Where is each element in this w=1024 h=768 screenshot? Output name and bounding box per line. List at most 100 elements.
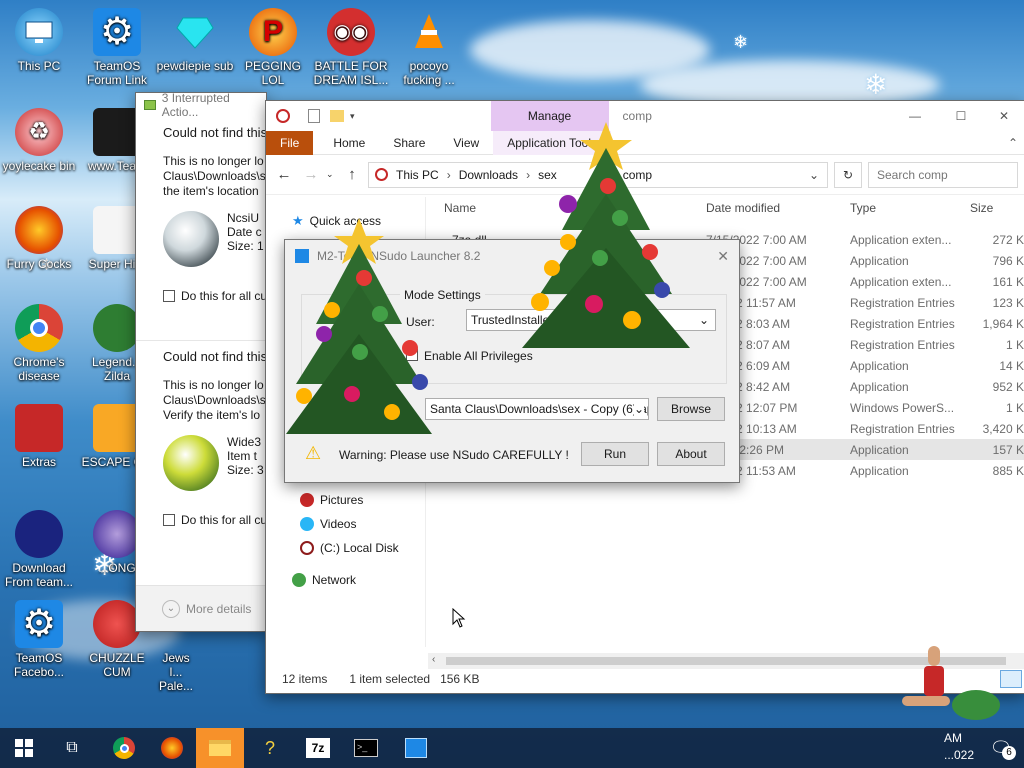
task-view-button[interactable]: ⧉ [48,728,96,768]
apply-all-checkbox[interactable] [163,514,175,526]
close-button[interactable]: ✕ [984,109,1024,123]
computer-icon [15,8,63,56]
taskbar-nsudo[interactable] [392,728,440,768]
ornament [344,386,360,402]
file-size-cell: 157 K [992,443,1024,457]
desktop-icon-label: Furry Cocks [6,257,72,271]
recycle-bin-icon: ♻ [15,108,63,156]
maximize-button[interactable]: ☐ [938,109,984,123]
notepad-question-icon: ? [264,737,275,758]
chrome-icon [15,304,63,352]
quick-access-dropdown-icon[interactable]: ▾ [350,111,355,122]
about-button[interactable]: About [657,442,725,466]
character-icon [93,304,141,352]
desktop-icon-battle[interactable]: ◉◉ BATTLE FOR DREAM ISL... [312,8,390,87]
start-button[interactable] [0,728,48,768]
desktop-icon-chrome[interactable]: Chrome's disease [0,304,78,383]
chevron-down-icon: ⌄ [633,402,644,416]
ornament [612,210,628,226]
ornament [384,404,400,420]
breadcrumb-this-pc[interactable]: This PC [396,168,439,182]
more-details-button[interactable]: ⌄ More details [136,585,266,631]
tab-home[interactable]: Home [319,131,379,155]
conflict-desc: This is no longer lo [163,378,264,392]
nav-item-videos[interactable]: Videos [300,517,356,531]
taskbar-app[interactable]: ? [246,728,294,768]
tab-view[interactable]: View [439,131,493,155]
desktop-icon-download[interactable]: Download From team... [0,510,78,589]
diamond-icon [171,8,219,56]
terminal-icon: >_ [354,739,378,757]
file-type-cell: Application [850,443,909,457]
ornament [316,326,332,342]
run-button[interactable]: Run [581,442,649,466]
file-size-cell: 123 K [992,296,1024,310]
help-chevron-icon[interactable]: ⌃ [1008,136,1018,150]
location-icon [375,168,388,181]
file-size: Size: 3 [227,463,264,477]
desktop-icon-label: pewdiepie sub [156,59,234,73]
christmas-tree-overlay [286,218,432,434]
minimize-button[interactable]: — [892,109,938,123]
close-button[interactable]: ✕ [717,248,729,265]
breadcrumb-downloads[interactable]: Downloads [459,168,518,182]
column-header-type[interactable]: Type [850,201,876,215]
taskbar-file-explorer[interactable] [196,728,244,768]
ornament [544,260,560,276]
tab-share[interactable]: Share [379,131,439,155]
up-arrow-icon[interactable]: ↑ [342,166,362,183]
browse-button[interactable]: Browse [657,397,725,421]
column-header-size[interactable]: Size [970,201,993,215]
details-view-icon[interactable] [1000,670,1022,688]
taskbar-7zip[interactable]: 7z [294,728,342,768]
snowflake-icon: ❄ [864,69,888,100]
refresh-icon[interactable]: ↻ [834,161,862,188]
ornament [559,195,577,213]
apply-all-row[interactable]: Do this for all cu [163,289,267,304]
cube-icon [93,404,141,452]
search-input[interactable]: Search comp [868,161,1018,188]
dialog-titlebar: 3 Interrupted Actio... [136,91,266,119]
desktop-icon-pocoyo[interactable]: pocoyo fucking ... [390,8,468,87]
file-type-cell: Application [850,380,909,394]
path-combobox[interactable]: Santa Claus\Downloads\sex - Copy (6)\ap … [425,398,649,420]
clock-date: ...022 [944,748,975,762]
nav-item-pictures[interactable]: Pictures [300,493,363,507]
desktop-icon-firefox[interactable]: Furry Cocks [0,206,78,271]
forward-arrow-icon[interactable]: → [302,166,320,183]
apply-all-checkbox[interactable] [163,290,175,302]
nav-item-local-disk[interactable]: (C:) Local Disk [300,541,399,555]
nav-item-network[interactable]: Network [292,573,356,587]
desktop-icon-extras[interactable]: Extras [0,404,78,469]
taskbar-chrome[interactable] [100,728,148,768]
desktop-icon-label: TeamOS Forum Link [86,59,148,87]
scroll-left-icon[interactable]: ‹ [432,654,435,665]
desktop-icon-this-pc[interactable]: This PC [0,8,78,73]
notification-center-button[interactable]: 🗨 6 [978,728,1024,768]
conflict-desc: Claus\Downloads\s [163,169,266,183]
orb-icon [93,510,141,558]
tab-file[interactable]: File [266,130,314,155]
file-size-cell: 1 K [1005,401,1024,415]
taskbar-terminal[interactable]: >_ [342,728,390,768]
file-date: Item t [227,449,258,463]
conflict-heading: Could not find this [163,125,268,140]
desktop-icon-recycle-bin[interactable]: ♻ yoylecake bin [0,108,78,173]
desktop-icon-teamos-facebook[interactable]: ⚙ TeamOS Facebo... [0,600,78,679]
firefox-icon [15,206,63,254]
desktop-icon-pegging[interactable]: P PEGGING LOL [234,8,312,87]
column-header-date[interactable]: Date modified [706,201,780,215]
folder-icon[interactable] [330,110,344,122]
desktop-icon-pewdiepie[interactable]: pewdiepie sub [156,8,234,73]
column-header-name[interactable]: Name [444,201,476,215]
chevron-down-icon[interactable]: ⌄ [809,168,819,182]
recent-dropdown-icon[interactable]: ⌄ [326,169,336,180]
desktop-icon-teamos-forum[interactable]: ⚙ TeamOS Forum Link [78,8,156,87]
apply-all-row[interactable]: Do this for all cu [163,513,267,528]
properties-icon[interactable] [308,109,320,123]
ornament [324,302,340,318]
traffic-cone-icon [405,8,453,56]
back-arrow-icon[interactable]: ← [272,166,296,183]
clock[interactable]: AM ...022 [944,730,974,764]
taskbar-firefox[interactable] [148,728,196,768]
